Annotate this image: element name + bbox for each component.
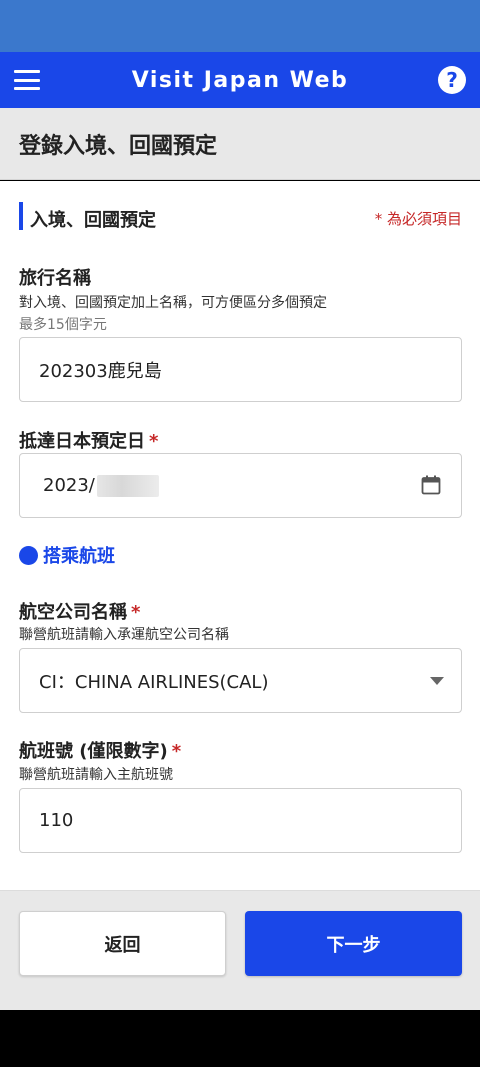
required-mark: * <box>171 741 182 762</box>
airline-value: CI：CHINA AIRLINES(CAL) <box>39 671 269 693</box>
flight-number-helper: 聯營航班請輸入主航班號 <box>19 767 173 783</box>
app-bar: Visit Japan Web ? <box>0 52 480 108</box>
airline-helper: 聯營航班請輸入承運航空公司名稱 <box>19 627 229 643</box>
bullet-dot-icon <box>19 545 38 565</box>
required-mark: * <box>149 431 159 452</box>
dropdown-arrow-icon <box>430 677 444 685</box>
status-bar <box>0 0 480 52</box>
blurred-date-mask <box>96 474 159 497</box>
question-circle-icon[interactable]: ? <box>438 66 466 94</box>
page-title: 登錄入境、回國預定 <box>19 133 218 159</box>
footer-actions: 返回 下一步 <box>0 890 480 1010</box>
airline-label: 航空公司名稱 * <box>19 598 140 624</box>
hamburger-menu-icon[interactable] <box>14 68 40 92</box>
page-header: 登錄入境、回國預定 <box>0 108 480 180</box>
airline-label-text: 航空公司名稱 <box>19 602 127 623</box>
system-navigation-bar <box>0 1010 480 1067</box>
next-button[interactable]: 下一步 <box>245 911 462 976</box>
arrival-date-value: 2023/ <box>43 475 95 496</box>
flight-number-label: 航班號 (僅限數字) * <box>19 737 181 763</box>
section-title: 入境、回國預定 <box>30 210 156 231</box>
arrival-date-label-text: 抵達日本預定日 <box>19 431 145 452</box>
arrival-date-input[interactable]: 2023/ <box>19 453 462 518</box>
trip-name-label: 旅行名稱 <box>19 268 91 289</box>
back-button[interactable]: 返回 <box>19 911 226 976</box>
trip-name-value: 202303鹿兒島 <box>39 360 162 382</box>
flight-number-value: 110 <box>39 810 74 831</box>
calendar-icon[interactable] <box>421 475 441 495</box>
required-note: * 為必須項目 <box>374 210 462 228</box>
trip-name-limit: 最多15個字元 <box>19 317 107 333</box>
section-accent-bar <box>19 202 23 230</box>
required-mark: * <box>131 602 141 623</box>
flight-number-input[interactable]: 110 <box>19 788 462 853</box>
app-title: Visit Japan Web <box>131 67 349 93</box>
flight-subsection-title: 搭乘航班 <box>43 546 115 567</box>
flight-number-label-text: 航班號 (僅限數字) <box>19 741 168 762</box>
flight-subsection: 搭乘航班 <box>19 542 115 568</box>
form-content: 入境、回國預定 * 為必須項目 旅行名稱 對入境、回國預定加上名稱，可方便區分多… <box>0 181 480 890</box>
trip-name-input[interactable]: 202303鹿兒島 <box>19 337 462 402</box>
section-header: 入境、回國預定 * 為必須項目 <box>19 199 462 233</box>
arrival-date-label: 抵達日本預定日 * <box>19 427 158 453</box>
airline-select[interactable]: CI：CHINA AIRLINES(CAL) <box>19 648 462 713</box>
trip-name-helper: 對入境、回國預定加上名稱，可方便區分多個預定 <box>19 295 327 311</box>
